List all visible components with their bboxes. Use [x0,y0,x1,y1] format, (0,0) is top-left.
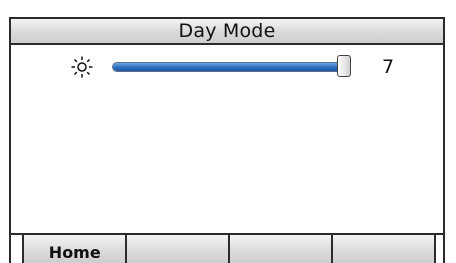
page-title: Day Mode [178,20,276,42]
softkey-bar-right-edge [434,235,445,263]
softkey-bar-left-edge [9,235,23,263]
softkey-4[interactable] [331,235,435,263]
brightness-sun-icon [71,56,93,78]
softkey-2[interactable] [125,235,229,263]
brightness-slider-track[interactable] [112,62,350,72]
title-bar: Day Mode [9,17,445,45]
brightness-value: 7 [382,56,395,78]
softkey-home[interactable]: Home [22,235,126,263]
brightness-slider-thumb[interactable] [337,55,351,77]
softkey-bar: Home [9,233,445,263]
brightness-slider-fill [113,63,349,71]
brightness-control[interactable]: 7 [60,52,420,84]
softkey-3[interactable] [228,235,332,263]
display-screen: Day Mode 7 Home [0,0,456,263]
softkey-home-label: Home [48,243,101,262]
